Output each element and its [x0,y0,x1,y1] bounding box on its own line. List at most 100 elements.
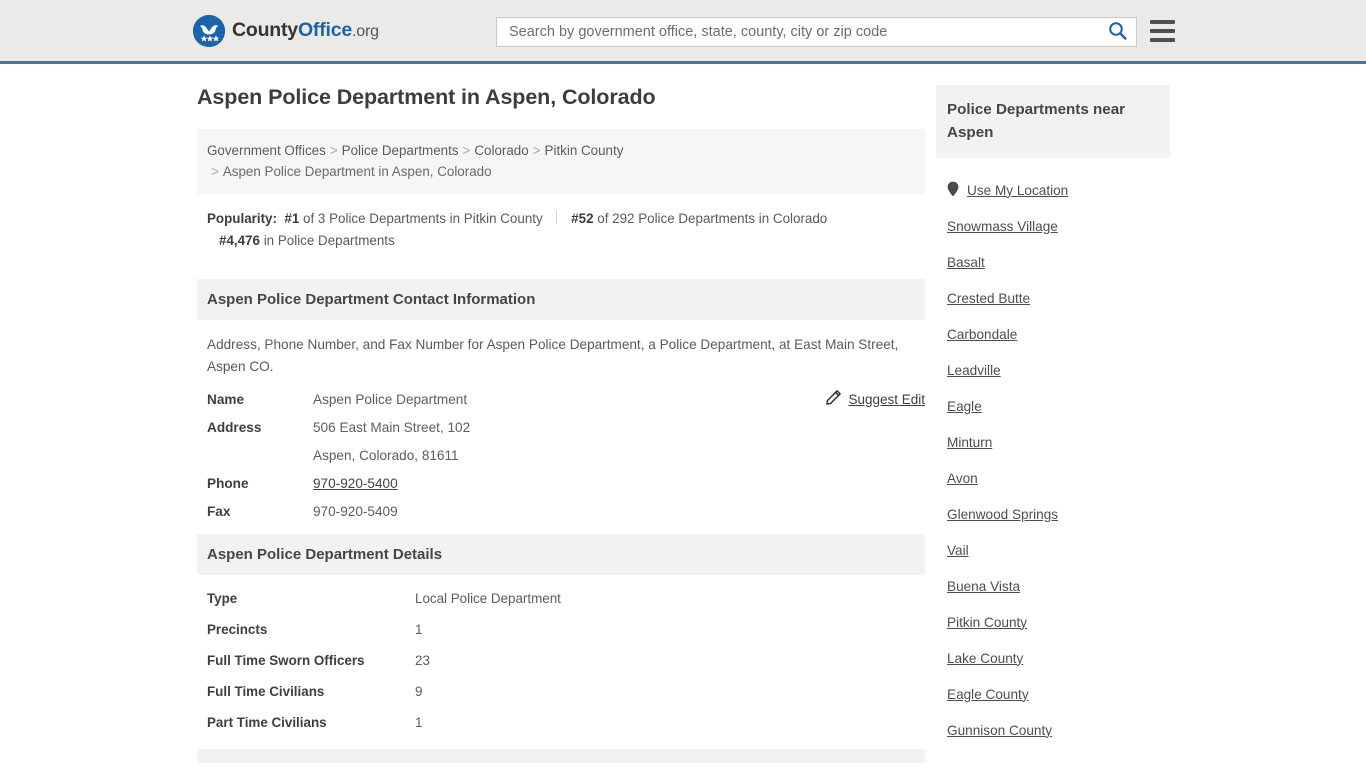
contact-row-fax: Fax 970-920-5409 [207,504,915,519]
page-title: Aspen Police Department in Aspen, Colora… [197,85,656,109]
sidebar-item-gunnison-county[interactable]: Gunnison County [936,712,1170,748]
sidebar-link[interactable]: Avon [947,471,978,486]
sidebar-link[interactable]: Carbondale [947,327,1017,342]
suggest-edit-label: Suggest Edit [848,391,925,407]
details-row-precincts: Precincts 1 [207,622,915,637]
logo-wordmark: CountyOffice.org [232,19,379,42]
contact-section-description: Address, Phone Number, and Fax Number fo… [207,337,899,374]
popularity-rank-county-text: of 3 Police Departments in Pitkin County [303,211,543,226]
sidebar-item-basalt[interactable]: Basalt [936,244,1170,280]
sidebar-item-vail[interactable]: Vail [936,532,1170,568]
sidebar-item-minturn[interactable]: Minturn [936,424,1170,460]
sidebar-item-carbondale[interactable]: Carbondale [936,316,1170,352]
sidebar-link[interactable]: Crested Butte [947,291,1030,306]
logo-org: .org [352,23,379,40]
details-row-key: Part Time Civilians [207,715,327,730]
contact-row-value: Aspen Police Department [313,392,468,407]
use-my-location-link[interactable]: Use My Location [967,183,1068,198]
search-icon [1108,21,1127,43]
main-column: Aspen Police Department in Aspen, Colora… [197,85,925,763]
sidebar-item-crested-butte[interactable]: Crested Butte [936,280,1170,316]
details-row-value: 1 [415,715,423,730]
contact-row-value: 506 East Main Street, 102 [313,420,471,435]
search-bar[interactable] [496,17,1137,47]
sidebar-item-use-my-location[interactable]: Use My Location [936,172,1170,208]
search-input[interactable] [497,18,1098,46]
details-row-key: Precincts [207,622,268,637]
breadcrumb-item-government-offices[interactable]: Government Offices [207,143,326,158]
sidebar-item-avon[interactable]: Avon [936,460,1170,496]
breadcrumb-separator: > [329,143,338,158]
contact-row-value: 970-920-5409 [313,504,398,519]
site-logo[interactable]: CountyOffice.org [193,14,379,47]
suggest-edit-button[interactable]: Suggest Edit [826,389,925,408]
sidebar-link[interactable]: Eagle County [947,687,1029,702]
details-row-key: Full Time Sworn Officers [207,653,365,668]
sidebar-item-eagle[interactable]: Eagle [936,388,1170,424]
breadcrumb: Government Offices > Police Departments > Co… [197,129,925,194]
eagle-shield-icon [193,14,225,47]
breadcrumb-item-pitkin-county[interactable]: Pitkin County [545,143,624,158]
logo-office: Office [297,19,353,41]
sidebar-item-lake-county[interactable]: Lake County [936,640,1170,676]
details-row-part-time-civilians: Part Time Civilians 1 [207,715,915,730]
hamburger-bar [1150,20,1175,24]
popularity-rank-national-text: in Police Departments [263,233,395,248]
logo-county: County [232,19,298,41]
sidebar-link[interactable]: Lake County [947,651,1023,666]
sidebar-item-eagle-county[interactable]: Eagle County [936,676,1170,712]
popularity-rank-state: #52 [571,211,594,226]
sidebar-link[interactable]: Vail [947,543,969,558]
map-pin-icon [947,181,959,200]
popularity-block: Popularity: #1 of 3 Police Departments i… [197,194,925,264]
breadcrumb-separator: > [211,164,219,179]
sidebar-link[interactable]: Pitkin County [947,615,1027,630]
details-row-key: Type [207,591,238,606]
popularity-national-line: #4,476 in Police Departments [207,230,915,252]
details-row-value: 1 [415,622,423,637]
hamburger-menu-icon[interactable] [1150,20,1175,42]
contact-section-header: Aspen Police Department Contact Informat… [197,279,925,320]
page-body: Aspen Police Department in Aspen, Colora… [0,64,1366,763]
sidebar: Police Departments near Aspen Use My Loc… [936,85,1170,748]
sidebar-link[interactable]: Eagle [947,399,982,414]
contact-table: Suggest Edit Name Aspen Police Departmen… [197,384,925,519]
contact-row-key: Name [207,392,245,407]
details-row-value: 9 [415,684,423,699]
contact-row-key: Fax [207,504,231,519]
contact-row-name: Name Aspen Police Department [207,392,915,407]
sidebar-item-snowmass-village[interactable]: Snowmass Village [936,208,1170,244]
popularity-rank-state-text: of 292 Police Departments in Colorado [597,211,828,226]
sidebar-item-leadville[interactable]: Leadville [936,352,1170,388]
site-header: CountyOffice.org [0,0,1366,64]
breadcrumb-separator: > [462,143,471,158]
details-row-full-time-sworn-officers: Full Time Sworn Officers 23 [207,653,915,668]
sidebar-link[interactable]: Glenwood Springs [947,507,1058,522]
sidebar-link[interactable]: Gunnison County [947,723,1052,738]
breadcrumb-item-police-departments[interactable]: Police Departments [342,143,459,158]
sidebar-item-glenwood-springs[interactable]: Glenwood Springs [936,496,1170,532]
sidebar-link[interactable]: Basalt [947,255,985,270]
sidebar-link[interactable]: Minturn [947,435,992,450]
sidebar-item-pitkin-county[interactable]: Pitkin County [936,604,1170,640]
sidebar-list: Use My Location Snowmass Village Basalt … [936,158,1170,748]
details-row-key: Full Time Civilians [207,684,325,699]
contact-row-phone: Phone 970-920-5400 [207,476,915,491]
sidebar-item-buena-vista[interactable]: Buena Vista [936,568,1170,604]
details-row-full-time-civilians: Full Time Civilians 9 [207,684,915,699]
breadcrumb-item-colorado[interactable]: Colorado [474,143,528,158]
sidebar-link[interactable]: Buena Vista [947,579,1020,594]
details-row-value: 23 [415,653,430,668]
breadcrumb-current: Aspen Police Department in Aspen, Colora… [222,164,492,179]
sidebar-link[interactable]: Snowmass Village [947,219,1058,234]
search-button[interactable] [1098,18,1136,46]
sidebar-link[interactable]: Leadville [947,363,1001,378]
popularity-rank-national: #4,476 [219,233,260,248]
map-section-header: Map of Aspen Police Department in Aspen,… [197,749,925,763]
contact-row-value: 970-920-5400 [313,476,398,491]
contact-row-value: Aspen, Colorado, 81611 [313,448,459,463]
hamburger-bar [1150,29,1175,33]
popularity-divider [556,211,558,224]
phone-link[interactable]: 970-920-5400 [313,476,398,491]
breadcrumb-separator: > [532,143,541,158]
